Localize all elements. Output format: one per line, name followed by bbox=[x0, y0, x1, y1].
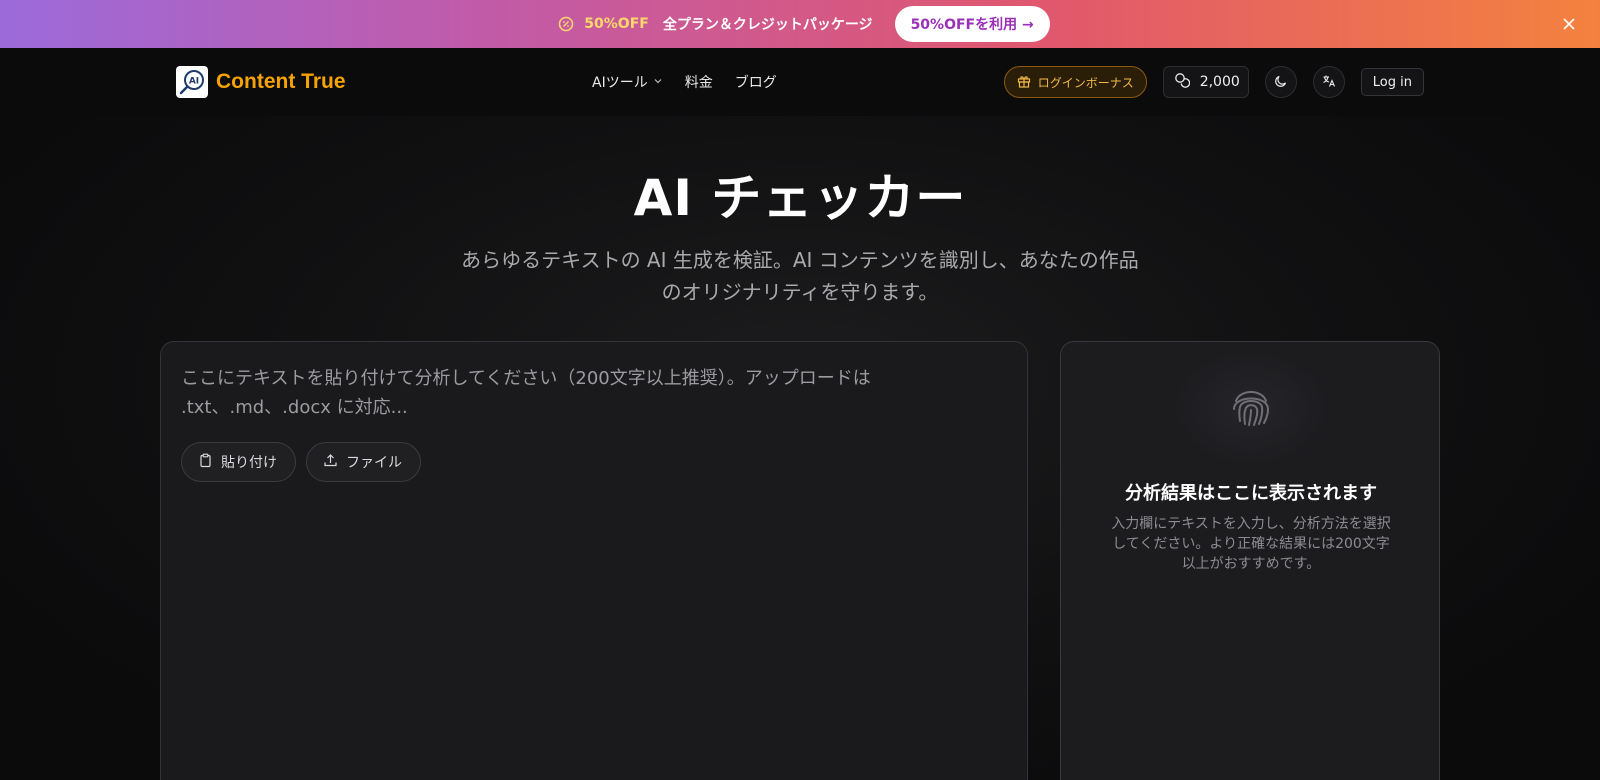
chevron-down-icon bbox=[653, 74, 663, 90]
nav-pricing[interactable]: 料金 bbox=[685, 72, 713, 92]
upload-icon bbox=[323, 453, 338, 472]
nav-ai-tools-label: AIツール bbox=[592, 75, 648, 91]
brand-logo[interactable]: AI Content True bbox=[176, 66, 346, 98]
result-title: 分析結果はここに表示されます bbox=[1125, 483, 1377, 504]
site-header: AI Content True AIツール 料金 ブログ ログインボーナス 2,… bbox=[0, 48, 1600, 116]
language-button[interactable] bbox=[1312, 66, 1345, 98]
page-subtitle: あらゆるテキストの AI 生成を検証。AI コンテンツを識別し、あなたの作品のオ… bbox=[461, 248, 1139, 304]
translate-icon bbox=[1322, 73, 1336, 92]
moon-icon bbox=[1274, 73, 1288, 92]
logo-mark: AI bbox=[176, 66, 208, 98]
result-icon-area bbox=[1171, 348, 1331, 468]
theme-toggle-button[interactable] bbox=[1264, 66, 1297, 98]
login-bonus-label: ログインボーナス bbox=[1037, 75, 1134, 90]
nav-pricing-label: 料金 bbox=[684, 75, 713, 91]
credits-value: 2,000 bbox=[1199, 74, 1240, 90]
page-title: AI チェッカー bbox=[633, 169, 967, 227]
login-button[interactable]: Log in bbox=[1360, 68, 1424, 96]
nav-blog[interactable]: ブログ bbox=[735, 72, 777, 92]
promo-text: 全プラン＆クレジットパッケージ bbox=[662, 17, 873, 33]
coins-icon bbox=[1174, 72, 1190, 92]
promo-banner: 50%OFF 全プラン＆クレジットパッケージ 50%OFFを利用 → bbox=[0, 0, 1600, 48]
text-input-card[interactable]: ここにテキストを貼り付けて分析してください（200文字以上推奨）。アップロードは… bbox=[160, 341, 1028, 780]
file-upload-button[interactable]: ファイル bbox=[306, 442, 421, 482]
promo-content: 50%OFF 全プラン＆クレジットパッケージ 50%OFFを利用 → bbox=[558, 6, 1050, 42]
promo-cta-button[interactable]: 50%OFFを利用 → bbox=[894, 6, 1050, 42]
credits-button[interactable]: 2,000 bbox=[1162, 66, 1249, 98]
input-actions: 貼り付け ファイル bbox=[181, 442, 421, 482]
result-description: 入力欄にテキストを入力し、分析方法を選択してください。より正確な結果には200文… bbox=[1111, 516, 1391, 572]
header-actions: ログインボーナス 2,000 Log in bbox=[1003, 66, 1424, 98]
logo-letters: AI bbox=[189, 77, 199, 87]
close-icon[interactable] bbox=[1560, 15, 1578, 33]
fingerprint-icon bbox=[1228, 383, 1274, 433]
result-panel: 分析結果はここに表示されます 入力欄にテキストを入力し、分析方法を選択してくださ… bbox=[1060, 341, 1440, 780]
percent-badge-icon bbox=[558, 16, 574, 32]
main-nav: AIツール 料金 ブログ bbox=[592, 72, 777, 92]
text-input-placeholder[interactable]: ここにテキストを貼り付けて分析してください（200文字以上推奨）。アップロードは… bbox=[181, 364, 921, 422]
gift-icon bbox=[1017, 74, 1031, 91]
clipboard-icon bbox=[198, 453, 213, 472]
paste-button[interactable]: 貼り付け bbox=[181, 442, 296, 482]
paste-label: 貼り付け bbox=[221, 455, 277, 471]
nav-ai-tools[interactable]: AIツール bbox=[592, 72, 663, 92]
file-label: ファイル bbox=[346, 455, 402, 471]
nav-blog-label: ブログ bbox=[734, 75, 777, 91]
promo-discount: 50%OFF bbox=[584, 16, 649, 32]
login-bonus-button[interactable]: ログインボーナス bbox=[1003, 66, 1147, 98]
brand-name: Content True bbox=[216, 70, 346, 93]
